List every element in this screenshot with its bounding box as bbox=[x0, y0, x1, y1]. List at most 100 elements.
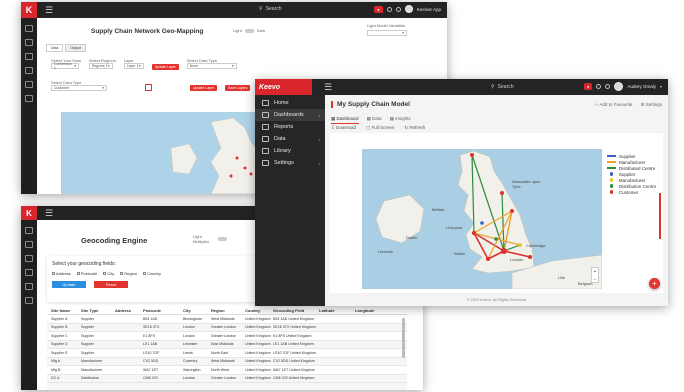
menu-icon[interactable]: ☰ bbox=[45, 5, 53, 15]
add-fab-button[interactable]: + bbox=[649, 278, 660, 289]
add-favourite-button[interactable]: ☆ Add to Favourite bbox=[594, 102, 632, 108]
search-box[interactable]: ⚲ Search bbox=[491, 84, 514, 90]
fullscreen-button[interactable]: ▢ Full Screen bbox=[366, 125, 394, 131]
legend-item[interactable]: Customer bbox=[607, 189, 665, 195]
field-layer-select[interactable]: Layer 1 ▾ bbox=[123, 63, 144, 69]
tab-data[interactable]: ▦ Data bbox=[367, 116, 382, 124]
save-layers-button[interactable]: Save Layers bbox=[225, 85, 251, 91]
check-country[interactable]: Country bbox=[142, 271, 161, 276]
check-region[interactable]: Region bbox=[120, 271, 137, 276]
grid-icon[interactable] bbox=[25, 241, 33, 248]
bell-icon[interactable] bbox=[605, 84, 611, 89]
toggle-switch[interactable] bbox=[244, 28, 254, 33]
col-address[interactable]: Address bbox=[115, 308, 143, 313]
table-row[interactable]: Supplier A Supplier B94 1AD Birmingham West … bbox=[47, 315, 407, 324]
menu-icon[interactable]: ☰ bbox=[324, 82, 332, 92]
settings-button[interactable]: ⚙ Settings bbox=[640, 102, 662, 108]
app-logo[interactable]: K bbox=[21, 206, 37, 220]
col-postcode[interactable]: Postcode bbox=[143, 308, 183, 313]
table-row[interactable]: Supplier B Supplier SE16 3TX London Greater … bbox=[47, 323, 407, 332]
table-row[interactable]: Supplier D Supplier LE1 1AB Leicester East M… bbox=[47, 340, 407, 349]
book-icon[interactable] bbox=[25, 81, 33, 88]
gear-icon[interactable] bbox=[25, 95, 33, 102]
theme-toggle[interactable]: Light Dark bbox=[233, 28, 265, 33]
table-scrollbar[interactable] bbox=[402, 318, 405, 358]
table-row[interactable]: Supplier C Supplier E1 8FS London Greater Lo… bbox=[47, 332, 407, 341]
marker[interactable] bbox=[471, 230, 477, 236]
sidebar-item-library[interactable]: Library bbox=[255, 145, 325, 157]
toggle[interactable]: Light Multiplier bbox=[193, 234, 227, 244]
marker[interactable] bbox=[500, 191, 504, 195]
marker[interactable] bbox=[518, 243, 522, 247]
grid-icon[interactable] bbox=[25, 39, 33, 46]
marker[interactable] bbox=[494, 237, 498, 241]
map-zoom-controls[interactable]: + − bbox=[591, 267, 599, 283]
menu-icon[interactable]: ☰ bbox=[45, 208, 53, 218]
tab-dashboard[interactable]: ▦ Dashboard bbox=[331, 116, 359, 124]
toggle-switch[interactable] bbox=[218, 237, 227, 241]
table-row[interactable]: Supplier E Supplier LS10 7GF Leeds North Eas… bbox=[47, 349, 407, 358]
home-icon[interactable] bbox=[25, 227, 33, 234]
settings-icon[interactable] bbox=[386, 6, 392, 12]
folder-icon[interactable] bbox=[25, 269, 33, 276]
book-icon[interactable] bbox=[25, 283, 33, 290]
marker[interactable] bbox=[501, 248, 507, 254]
col-longitude[interactable]: Longitude bbox=[355, 308, 391, 313]
app-logo[interactable]: K bbox=[21, 2, 37, 18]
tab-output[interactable]: Output bbox=[65, 44, 86, 52]
marker[interactable] bbox=[480, 221, 484, 225]
marker[interactable] bbox=[528, 255, 532, 259]
sidebar-item-dashboards[interactable]: Dashboards › bbox=[255, 109, 325, 121]
filters-select[interactable]: ▾ bbox=[367, 30, 407, 36]
sidebar-item-home[interactable]: Home bbox=[255, 97, 325, 109]
col-region[interactable]: Region bbox=[211, 308, 245, 313]
table-row[interactable]: Mfg A Manufacturer CV2 5DD Coventry West Mid… bbox=[47, 357, 407, 366]
check-city[interactable]: City bbox=[103, 271, 114, 276]
chart-icon[interactable] bbox=[25, 53, 33, 60]
marker[interactable] bbox=[470, 153, 474, 157]
col-site-type[interactable]: Site Type bbox=[81, 308, 115, 313]
field-regions-select[interactable]: Regions 1 ▾ bbox=[88, 63, 113, 69]
update-layer-button[interactable]: Update Layer bbox=[151, 64, 179, 70]
update-layer-button-2[interactable]: Update Layer bbox=[190, 85, 218, 91]
folder-icon[interactable] bbox=[25, 67, 33, 74]
user-name[interactable]: Keelvar App bbox=[417, 7, 441, 12]
alert-badge[interactable]: ● bbox=[584, 83, 593, 90]
chevron-down-icon[interactable]: ▾ bbox=[660, 84, 662, 89]
update-button[interactable]: Update bbox=[52, 281, 86, 288]
avatar[interactable] bbox=[404, 5, 413, 13]
customer-select[interactable]: Customer ▾ bbox=[51, 85, 107, 91]
marker[interactable] bbox=[486, 257, 490, 261]
reset-button[interactable]: Reset bbox=[94, 281, 128, 288]
col-geocoding[interactable]: Geocoding Field bbox=[273, 308, 319, 313]
chart-icon[interactable] bbox=[25, 255, 33, 262]
gear-icon[interactable] bbox=[25, 297, 33, 304]
refresh-button[interactable]: ↻ Refresh bbox=[404, 125, 425, 131]
col-site-name[interactable]: Site Name bbox=[51, 308, 81, 313]
sidebar-item-reports[interactable]: Reports bbox=[255, 121, 325, 133]
chart-scrollbar[interactable] bbox=[659, 193, 661, 239]
sidebar-item-settings[interactable]: Settings › bbox=[255, 157, 325, 169]
col-city[interactable]: City bbox=[183, 308, 211, 313]
marker[interactable] bbox=[510, 209, 514, 213]
col-latitude[interactable]: Latitude bbox=[319, 308, 355, 313]
alert-badge[interactable]: ● bbox=[374, 5, 383, 13]
tab-insights[interactable]: ▦ Insights bbox=[390, 116, 411, 124]
settings-icon[interactable] bbox=[596, 84, 602, 89]
col-country[interactable]: Country bbox=[245, 308, 273, 313]
home-icon[interactable] bbox=[25, 25, 33, 32]
tab-data[interactable]: Data bbox=[46, 44, 64, 52]
supply-chain-map[interactable]: Belfast Liverpool Dublin Cambridge Londo… bbox=[362, 149, 602, 289]
check-postcode[interactable]: Postcode bbox=[76, 271, 97, 276]
avatar[interactable] bbox=[614, 82, 624, 91]
app-logo[interactable]: Keevo bbox=[255, 79, 312, 95]
field-data-select[interactable]: Conversion 1 ▾ bbox=[51, 62, 79, 70]
field-type-select[interactable]: None ▾ bbox=[186, 63, 237, 69]
table-row[interactable]: Mfg B Manufacturer WA7 1ET Warrington North … bbox=[47, 366, 407, 375]
search-box[interactable]: ⚲ Search bbox=[259, 6, 282, 12]
bell-icon[interactable] bbox=[395, 6, 401, 12]
check-address[interactable]: Address bbox=[52, 271, 71, 276]
download-button[interactable]: ↧ Download bbox=[331, 125, 356, 131]
table-row[interactable]: DC A Distribution CM8 3JS London Greater Lon… bbox=[47, 374, 407, 383]
upload-icon[interactable] bbox=[145, 84, 152, 91]
